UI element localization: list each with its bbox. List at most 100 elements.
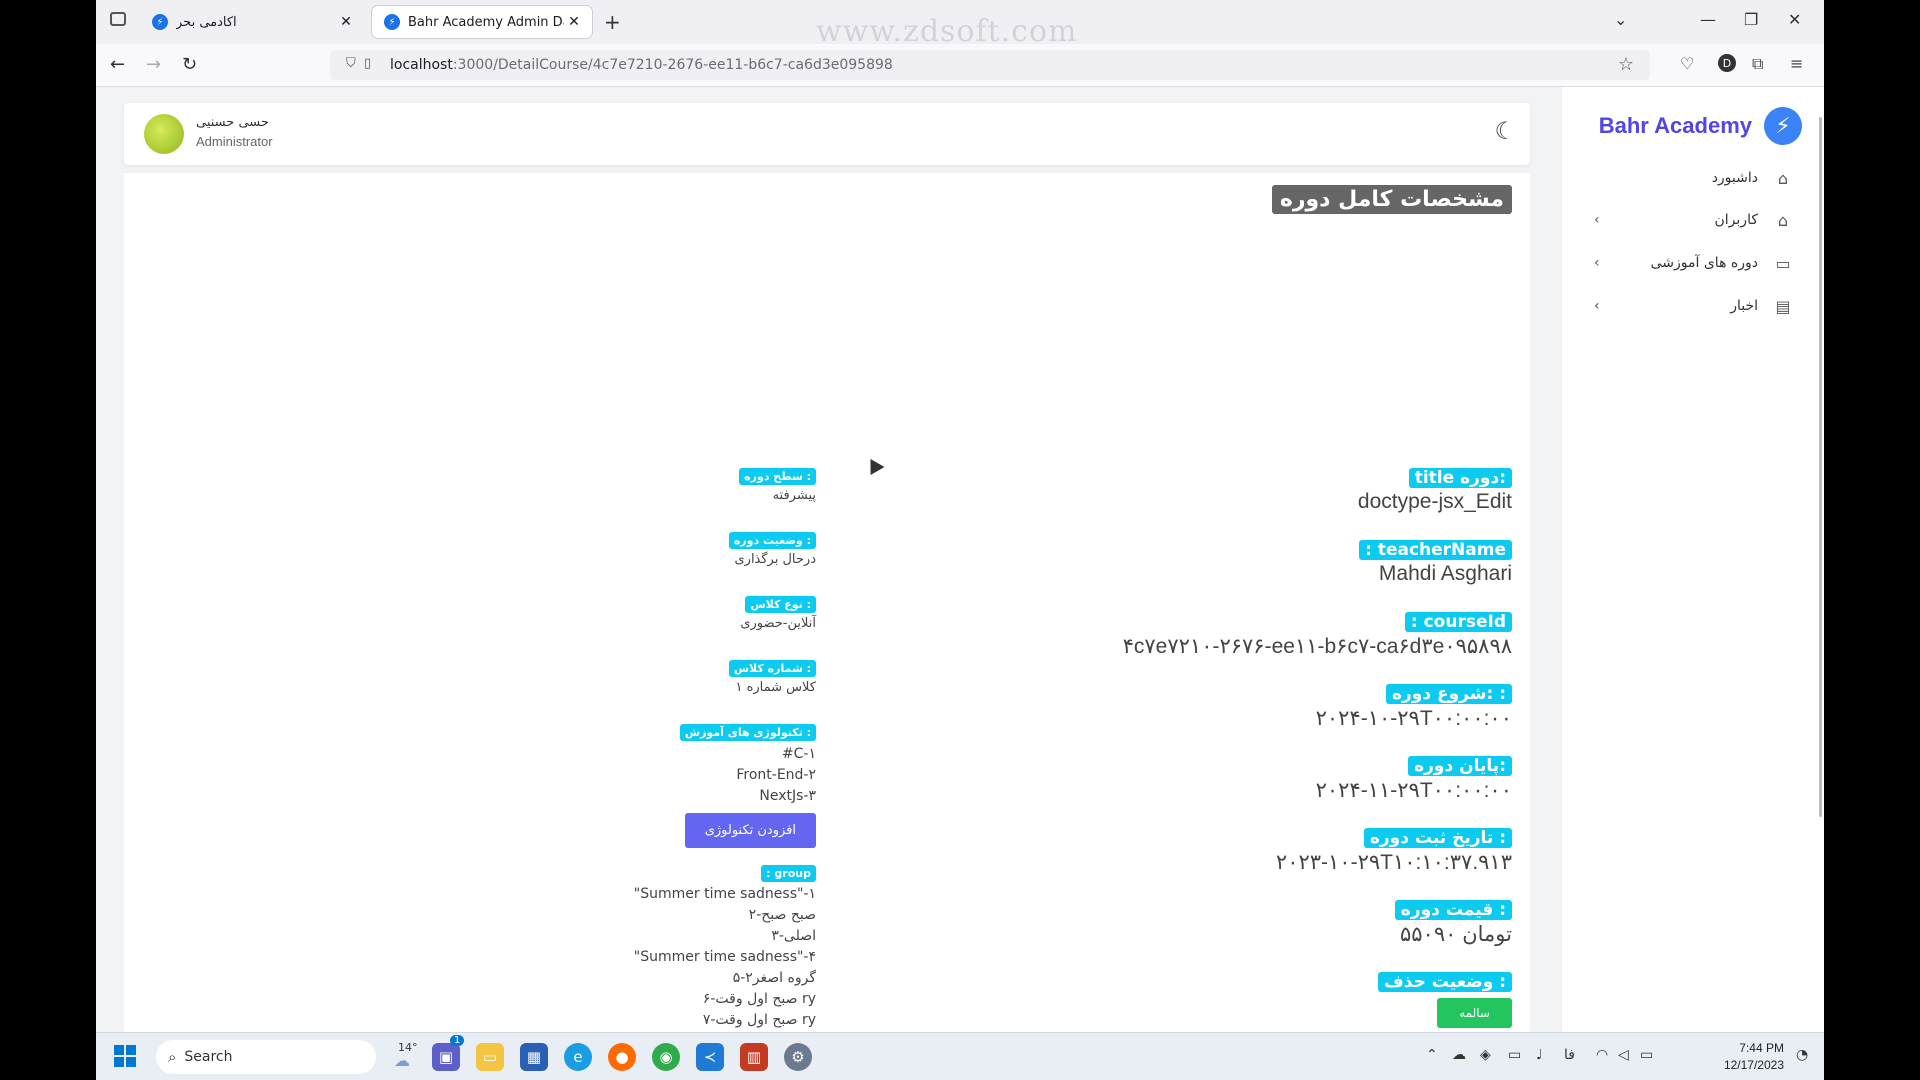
field-class-type: نوع کلاس : آنلاین-حضوری (740, 593, 816, 631)
tab-academy[interactable]: ⚡ آکادمی بحر ✕ (140, 6, 364, 38)
onedrive-icon[interactable]: ☁ (1452, 1047, 1466, 1063)
notification-icon[interactable]: ◔ (1796, 1047, 1808, 1063)
taskbar-search[interactable]: ⌕ Search (156, 1040, 376, 1074)
reload-icon[interactable]: ↻ (182, 54, 197, 75)
file-explorer-icon[interactable]: ▭ (476, 1043, 504, 1071)
chevron-left-icon: ‹ (1594, 212, 1600, 228)
url-path: :3000/DetailCourse/4c7e7210-2676-ee11-b6… (452, 57, 893, 73)
tab-list-icon[interactable] (110, 12, 126, 26)
field-class-number: شماره کلاس : کلاس شماره ۱ (728, 657, 816, 695)
field-value: آنلاین-حضوری (740, 616, 816, 631)
address-bar[interactable]: ⛉ ▯ localhost:3000/DetailCourse/4c7e7210… (330, 50, 1650, 80)
field-label: سطح دوره : (739, 468, 816, 485)
field-label: پایان دوره: (1408, 756, 1512, 776)
tab-admin-dashboard[interactable]: ⚡ Bahr Academy Admin Dashboa ✕ (372, 6, 592, 38)
time: 7:44 PM (1739, 1041, 1784, 1055)
archive-app-icon[interactable]: ▥ (740, 1043, 768, 1071)
chevron-up-icon[interactable]: ⌃ (1426, 1047, 1438, 1063)
field-groups: : group "Summer time sadness"-۱ ۲-صبح صب… (634, 862, 816, 1031)
back-icon[interactable]: ← (110, 54, 125, 75)
add-technology-button[interactable]: افزودن تکنولوژی (684, 813, 816, 848)
chrome-icon[interactable]: ◉ (652, 1043, 680, 1071)
clock[interactable]: 7:44 PM 12/17/2023 (1724, 1040, 1784, 1074)
chevron-down-icon[interactable]: ⌄ (1614, 10, 1627, 29)
field-label: شماره کلاس : (728, 660, 816, 677)
list-item: "Summer time sadness"-۱ (633, 886, 816, 902)
field-label: تاریخ ثبت دوره : (1363, 828, 1512, 848)
sidebar-item-label: اخبار (1730, 298, 1758, 314)
course-detail-panel (124, 173, 1530, 1043)
field-course-id: : courseId ۴c۷e۷۲۱۰-۲۶۷۶-ee۱۱-b۶c۷-ca۶d۳… (1123, 612, 1512, 659)
list-item: NextJs-۳ (759, 788, 816, 804)
menu-icon[interactable]: ≡ (1790, 54, 1803, 73)
brand-name: Bahr Academy (1598, 113, 1752, 138)
field-label: قیمت دوره : (1394, 900, 1512, 920)
pocket-icon[interactable]: ♡ (1680, 54, 1694, 73)
chevron-left-icon: ‹ (1594, 255, 1600, 271)
restore-icon[interactable]: ❐ (1744, 10, 1758, 29)
chat-app-icon[interactable]: ▣ (432, 1043, 460, 1071)
bookmark-star-icon[interactable]: ☆ (1618, 54, 1634, 75)
sidebar-item-dashboard[interactable]: ⌂ داشبورد (1584, 163, 1794, 193)
sidebar-item-label: کاربران (1714, 212, 1758, 228)
navigation-bar: ← → ↻ ⛉ ▯ localhost:3000/DetailCourse/4c… (96, 44, 1824, 87)
sidebar-item-news[interactable]: ▤ اخبار ‹ (1584, 291, 1794, 321)
field-status: وضعیت دوره : درحال برگذاری (728, 529, 816, 567)
close-tab-icon[interactable]: ✕ (564, 14, 584, 30)
volume-icon[interactable]: ◁ (1618, 1047, 1629, 1063)
minimize-icon[interactable]: — (1700, 10, 1716, 29)
battery-icon[interactable]: ▭ (1640, 1047, 1653, 1063)
edge-icon[interactable]: e (564, 1043, 592, 1071)
home-icon: ⌂ (1777, 168, 1789, 188)
tab-title: Bahr Academy Admin Dashboa (408, 14, 564, 30)
scrollbar[interactable] (1819, 117, 1822, 817)
monitor-icon: ▭ (1775, 253, 1791, 273)
extensions-icon[interactable]: ⧉ (1752, 54, 1763, 74)
start-button[interactable] (114, 1045, 136, 1067)
profile-icon[interactable]: D (1718, 54, 1736, 72)
field-value: درحال برگذاری (734, 552, 816, 567)
url-host: localhost (390, 57, 453, 73)
list-item: ۷-صبح اول وقت ry (702, 1012, 816, 1028)
field-end-date: پایان دوره: ۲۰۲۴-۱۱-۲۹T۰۰:۰۰:۰۰ (1316, 756, 1512, 803)
list-item: ۲-صبح صبح (748, 907, 816, 923)
wifi-icon[interactable]: ◠ (1596, 1047, 1608, 1063)
settings-gear-icon[interactable]: ⚙ (784, 1043, 812, 1071)
page-content: حسی حسنیی Administrator ☾ مشخصات کامل دو… (96, 87, 1824, 1043)
microphone-icon[interactable]: ♩ (1536, 1047, 1543, 1063)
user-role: Administrator (196, 134, 273, 149)
close-tab-icon[interactable]: ✕ (336, 14, 356, 30)
sidebar-item-label: دوره های آموزشی (1650, 255, 1758, 271)
field-value: ۲۰۲۳-۱۰-۲۹T۱۰:۱۰:۳۷.۹۱۳ (1275, 851, 1512, 874)
firefox-icon[interactable]: ● (608, 1043, 636, 1071)
dark-mode-toggle-icon[interactable]: ☾ (1494, 117, 1516, 145)
taskbar: ⌕ Search 14° ☁ ▣ 1 ▭ ▦ e ● ◉ ≺ ▥ ⚙ ⌃ ☁ ◈… (96, 1032, 1824, 1080)
security-icon[interactable]: ◈ (1480, 1047, 1491, 1063)
sidebar-item-label: داشبورد (1711, 170, 1758, 186)
field-insert-date: تاریخ ثبت دوره : ۲۰۲۳-۱۰-۲۹T۱۰:۱۰:۳۷.۹۱۳ (1276, 828, 1512, 875)
brand[interactable]: Bahr Academy ⚡ (1599, 107, 1802, 145)
delete-status-button[interactable]: سالمه (1437, 998, 1512, 1028)
vscode-icon[interactable]: ≺ (696, 1043, 724, 1071)
search-icon: ⌕ (168, 1048, 177, 1066)
new-tab-button[interactable]: + (604, 10, 621, 34)
page-title: مشخصات کامل دوره (1271, 185, 1512, 214)
date: 12/17/2023 (1723, 1058, 1784, 1072)
store-icon[interactable]: ▦ (520, 1043, 548, 1071)
field-technologies: تکنولوژی های آموزش : #C-۱ Front-End-۲ Ne… (679, 721, 816, 848)
language-indicator[interactable]: فا (1564, 1047, 1575, 1063)
shield-icon[interactable]: ⛉ ▯ (346, 56, 371, 71)
sidebar-item-users[interactable]: ⌂ کاربران ‹ (1584, 205, 1794, 235)
close-window-icon[interactable]: ✕ (1788, 10, 1801, 29)
field-value: doctype-jsx_Edit (1357, 490, 1512, 513)
field-value: Mahdi Asghari (1378, 562, 1512, 585)
sidebar-item-courses[interactable]: ▭ دوره های آموزشی ‹ (1584, 248, 1794, 278)
forward-icon[interactable]: → (146, 54, 161, 75)
display-icon[interactable]: ▭ (1508, 1047, 1521, 1063)
tab-bar: ⚡ آکادمی بحر ✕ ⚡ Bahr Academy Admin Dash… (96, 0, 1824, 49)
list-item: ۳-اصلی (771, 928, 816, 944)
avatar[interactable] (144, 114, 184, 154)
top-header: حسی حسنیی Administrator ☾ (124, 103, 1530, 165)
list-item: ۵-گروه اصغر۲ (732, 970, 816, 986)
field-label: شروع دوره: : (1385, 684, 1512, 704)
